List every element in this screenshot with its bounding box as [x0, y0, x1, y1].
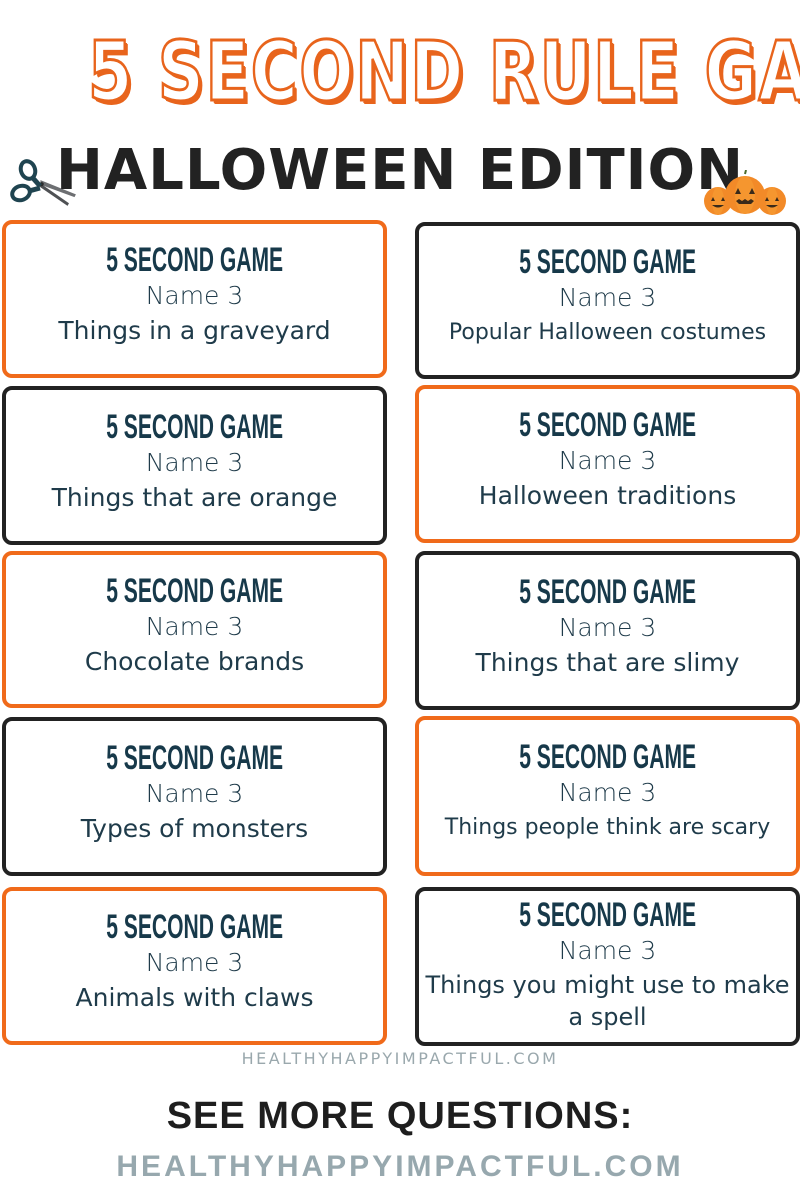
card-heading: 5 SECOND GAME [106, 241, 283, 279]
card-heading: 5 SECOND GAME [519, 406, 696, 444]
card-prompt: Chocolate brands [84, 646, 305, 676]
card-instruction: Name 3 [145, 611, 244, 641]
card-instruction: Name 3 [558, 446, 657, 475]
card-instruction: Name 3 [558, 282, 657, 312]
card-prompt: Things in a graveyard [58, 316, 331, 345]
card-instruction: Name 3 [145, 281, 244, 310]
question-card: 5 SECOND GAME Name 3 Chocolate brands [2, 551, 387, 708]
page-title: 5 SECOND RULE GAME [87, 25, 800, 120]
question-card: 5 SECOND GAME Name 3 Halloween tradition… [415, 385, 800, 543]
card-prompt: Things you might use to make a spell [425, 970, 790, 1031]
question-card: 5 SECOND GAME Name 3 Things that are ora… [2, 386, 387, 545]
watermark-url: HEALTHYHAPPYIMPACTFUL.COM [241, 1049, 559, 1068]
question-card: 5 SECOND GAME Name 3 Animals with claws [2, 887, 387, 1045]
page-subtitle: HALLOWEEN EDITION [56, 138, 744, 203]
card-prompt: Things people think are scary [444, 815, 771, 840]
question-card: 5 SECOND GAME Name 3 Popular Halloween c… [415, 222, 800, 379]
card-heading: 5 SECOND GAME [519, 242, 696, 281]
website-link[interactable]: HEALTHYHAPPYIMPACTFUL.COM [0, 1150, 800, 1184]
card-heading: 5 SECOND GAME [106, 407, 283, 446]
question-card: 5 SECOND GAME Name 3 Things that are sli… [415, 551, 800, 710]
card-prompt: Popular Halloween costumes [448, 319, 767, 345]
see-more-heading: SEE MORE QUESTIONS: [166, 1095, 634, 1137]
pumpkins-icon [704, 170, 786, 215]
card-instruction: Name 3 [145, 778, 244, 808]
question-card: 5 SECOND GAME Name 3 Types of monsters [2, 717, 387, 876]
card-prompt: Things that are slimy [475, 647, 740, 677]
question-card: 5 SECOND GAME Name 3 Things people think… [415, 716, 800, 876]
card-prompt: Halloween traditions [478, 481, 737, 510]
card-instruction: Name 3 [558, 778, 657, 807]
card-heading: 5 SECOND GAME [106, 738, 283, 777]
card-prompt: Things that are orange [51, 482, 338, 512]
question-card: 5 SECOND GAME Name 3 Things in a graveya… [2, 220, 387, 378]
card-instruction: Name 3 [558, 612, 657, 642]
card-prompt: Types of monsters [80, 813, 309, 843]
question-card: 5 SECOND GAME Name 3 Things you might us… [415, 887, 800, 1046]
card-instruction: Name 3 [145, 948, 244, 977]
card-prompt: Animals with claws [75, 983, 314, 1012]
card-heading: 5 SECOND GAME [106, 908, 283, 946]
card-instruction: Name 3 [145, 447, 244, 477]
card-heading: 5 SECOND GAME [519, 738, 696, 776]
card-heading: 5 SECOND GAME [519, 572, 696, 611]
card-heading: 5 SECOND GAME [106, 571, 283, 610]
card-instruction: Name 3 [558, 935, 657, 965]
card-heading: 5 SECOND GAME [519, 895, 696, 934]
